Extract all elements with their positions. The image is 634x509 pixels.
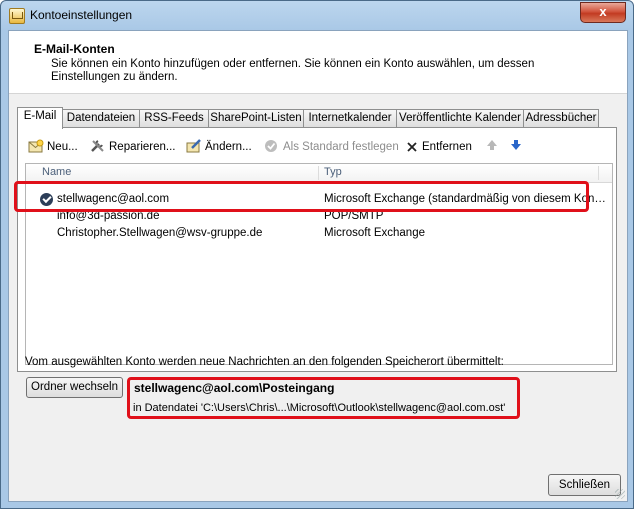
tab-data-files[interactable]: Datendateien bbox=[62, 109, 140, 127]
window-title: Kontoeinstellungen bbox=[30, 8, 133, 22]
tab-email[interactable]: E-Mail bbox=[17, 107, 63, 129]
tools-icon bbox=[90, 139, 106, 153]
tab-internet-calendars[interactable]: Internetkalender bbox=[303, 109, 397, 127]
change-label: Ändern... bbox=[205, 141, 252, 153]
header-band: E-Mail-Konten Sie können ein Konto hinzu… bbox=[9, 31, 627, 94]
tab-sharepoint-lists[interactable]: SharePoint-Listen bbox=[208, 109, 304, 127]
column-header-type[interactable]: Typ bbox=[324, 166, 342, 178]
set-default-label: Als Standard festlegen bbox=[283, 141, 399, 153]
move-up-button[interactable] bbox=[486, 138, 498, 156]
window-close-button[interactable]: x bbox=[580, 2, 626, 23]
change-button[interactable]: Ändern... bbox=[186, 138, 252, 156]
account-name: Christopher.Stellwagen@wsv-gruppe.de bbox=[57, 227, 263, 239]
email-tab-panel: Neu... Reparieren... Ändern... Als Stand… bbox=[17, 127, 617, 372]
remove-button[interactable]: Entfernen bbox=[406, 138, 472, 156]
delivery-info-text: Vom ausgewählten Konto werden neue Nachr… bbox=[25, 356, 504, 368]
arrow-up-icon bbox=[487, 140, 497, 150]
highlight-default-account bbox=[14, 181, 589, 212]
account-settings-window: Kontoeinstellungen x E-Mail-Konten Sie k… bbox=[0, 0, 634, 509]
new-label: Neu... bbox=[47, 141, 78, 153]
column-header-name[interactable]: Name bbox=[42, 166, 71, 178]
change-folder-button[interactable]: Ordner wechseln bbox=[26, 377, 123, 398]
remove-label: Entfernen bbox=[422, 141, 472, 153]
x-icon bbox=[406, 141, 419, 155]
account-type: Microsoft Exchange bbox=[324, 227, 425, 239]
title-bar[interactable]: Kontoeinstellungen x bbox=[1, 1, 633, 29]
edit-account-icon bbox=[186, 139, 202, 153]
section-description: Sie können ein Konto hinzufügen oder ent… bbox=[51, 58, 535, 83]
tab-address-books[interactable]: Adressbücher bbox=[523, 109, 599, 127]
check-circle-icon bbox=[264, 139, 280, 153]
resize-grip[interactable] bbox=[615, 489, 625, 499]
highlight-delivery-folder bbox=[127, 377, 520, 419]
account-row-wsv-gruppe[interactable]: Christopher.Stellwagen@wsv-gruppe.de Mic… bbox=[26, 225, 612, 242]
column-divider[interactable] bbox=[598, 166, 599, 180]
new-button[interactable]: Neu... bbox=[28, 138, 78, 156]
new-account-icon bbox=[28, 139, 44, 153]
tab-rss-feeds[interactable]: RSS-Feeds bbox=[139, 109, 209, 127]
repair-button[interactable]: Reparieren... bbox=[90, 138, 175, 156]
section-title: E-Mail-Konten bbox=[34, 42, 115, 56]
mail-icon bbox=[9, 8, 25, 24]
move-down-button[interactable] bbox=[510, 138, 522, 156]
repair-label: Reparieren... bbox=[109, 141, 176, 153]
close-button[interactable]: Schließen bbox=[548, 474, 621, 496]
column-divider[interactable] bbox=[318, 166, 319, 180]
set-default-button[interactable]: Als Standard festlegen bbox=[264, 138, 399, 156]
tab-published-calendars[interactable]: Veröffentlichte Kalender bbox=[396, 109, 524, 127]
arrow-down-icon bbox=[511, 140, 521, 150]
dialog-body: E-Mail-Konten Sie können ein Konto hinzu… bbox=[8, 30, 628, 502]
